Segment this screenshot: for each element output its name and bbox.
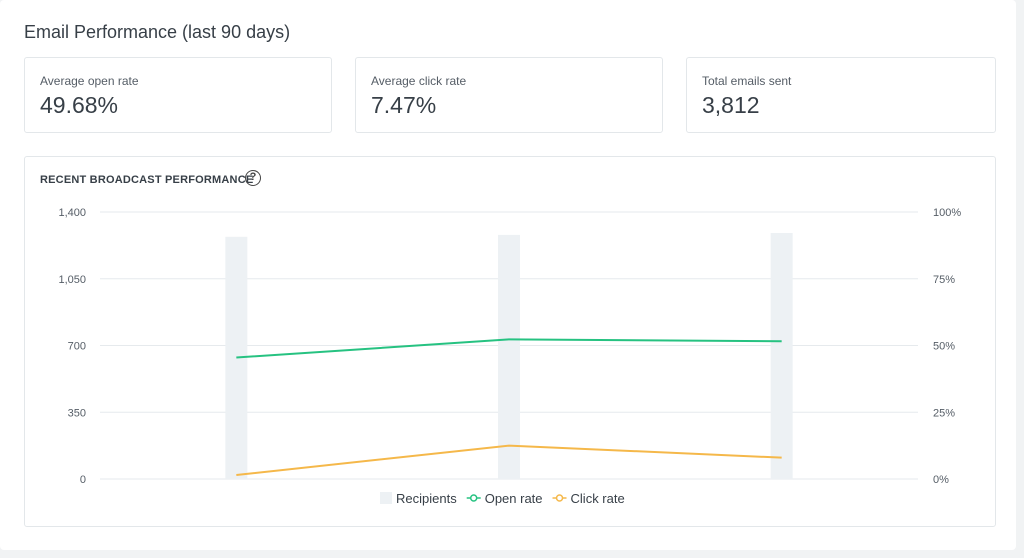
left-axis-tick-label: 1,050: [58, 274, 86, 286]
right-axis-tick-label: 0%: [933, 474, 949, 486]
right-axis-tick-label: 25%: [933, 407, 955, 419]
bar-recipients: [498, 234, 520, 479]
broadcast-chart: 0 0% 350 25% 700 50% 1,050 75% 1,400 100% Recipien…: [58, 207, 961, 506]
legend-marker-open-rate: [469, 494, 478, 502]
left-axis-tick-label: 700: [68, 341, 86, 353]
right-axis-tick-label: 100%: [933, 207, 961, 219]
left-axis-tick-label: 0: [80, 474, 86, 486]
legend-label-recipients: Recipients: [396, 491, 457, 506]
legend-label-open-rate: Open rate: [485, 491, 543, 506]
left-axis-tick-label: 350: [68, 407, 86, 419]
legend-label-click-rate: Click rate: [571, 491, 625, 506]
bar-recipients: [770, 232, 793, 479]
left-axis-tick-label: 1,400: [58, 207, 86, 219]
right-axis-tick-label: 75%: [933, 274, 955, 286]
right-axis-tick-label: 50%: [933, 341, 955, 353]
legend-swatch-recipients: [380, 492, 392, 504]
email-performance-panel: Email Performance (last 90 days) Average…: [0, 0, 1016, 550]
legend-marker-click-rate: [555, 494, 564, 502]
